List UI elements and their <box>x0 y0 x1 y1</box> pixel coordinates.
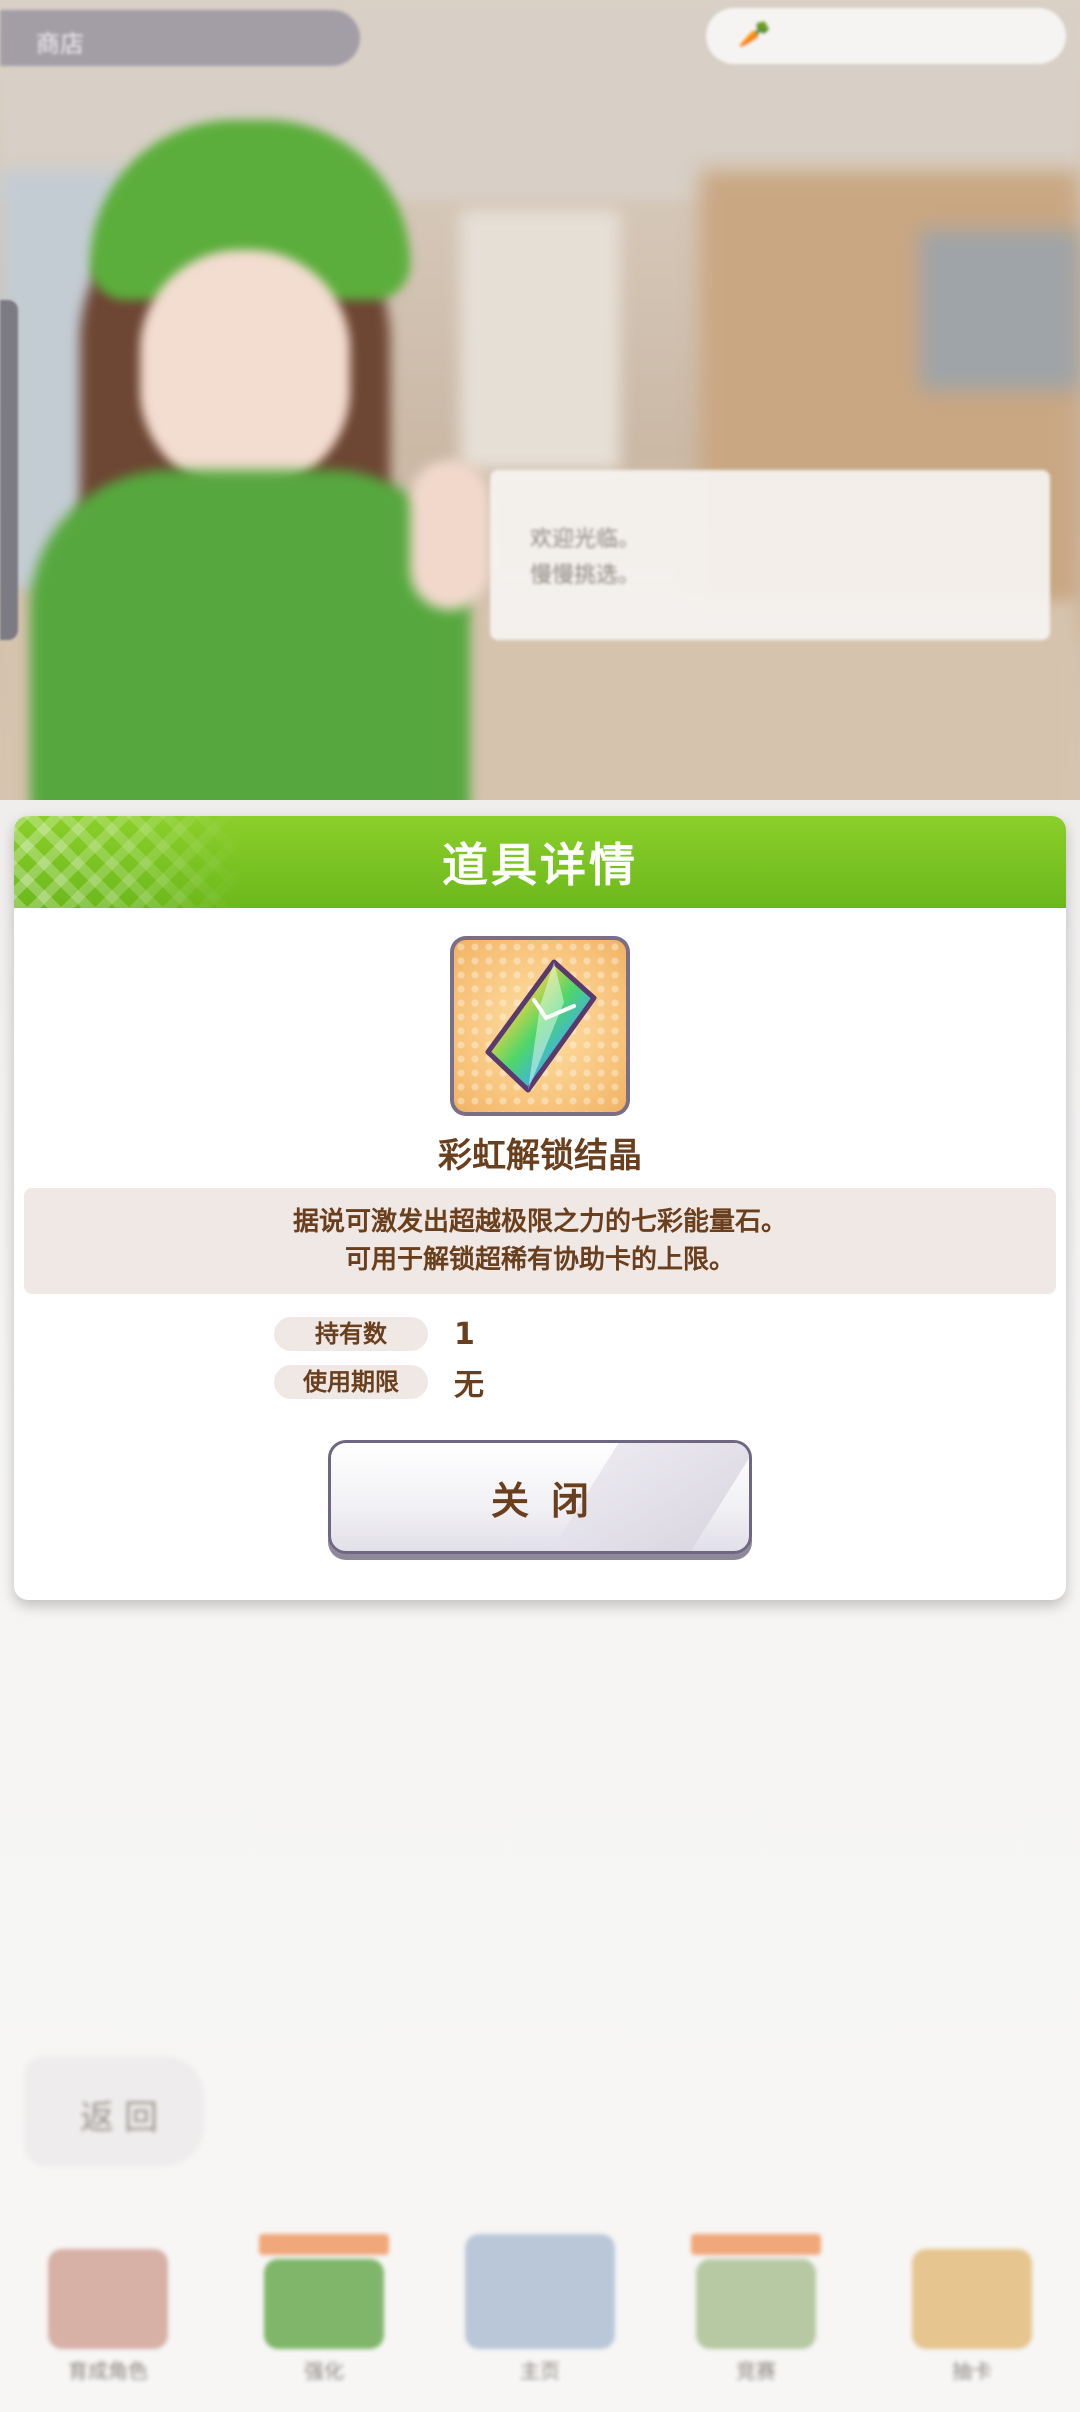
held-count-value: 1 <box>454 1316 475 1352</box>
dialogue-line: 欢迎光临。 <box>530 527 641 552</box>
expiry-value: 无 <box>454 1368 484 1403</box>
nav-item-gacha[interactable]: 抽卡 <box>897 2234 1047 2384</box>
nav-item-train[interactable]: 育成角色 <box>33 2234 183 2384</box>
expiry-row: 使用期限 无 <box>274 1364 484 1403</box>
screen: 商店 🥕 欢迎光临。 慢慢挑选。 返回 育成角色 强化 主页 竞赛 抽卡 道具详… <box>0 0 1080 2412</box>
description-line: 可用于解锁超稀有协助卡的上限。 <box>344 1245 735 1275</box>
dialogue-line: 慢慢挑选。 <box>530 563 641 588</box>
nav-label: 抽卡 <box>952 2359 992 2383</box>
close-button-label: 关闭 <box>490 1478 611 1523</box>
crystal-shape <box>485 959 597 1093</box>
gacha-icon <box>912 2249 1032 2349</box>
item-name: 彩虹解锁结晶 <box>438 1136 642 1176</box>
expiry-label: 使用期限 <box>274 1365 428 1399</box>
rainbow-crystal-icon <box>450 936 630 1116</box>
item-detail-dialog: 道具详情 彩虹解锁结晶 据说可激发出超越极限之力的七彩能量石。 可用于解锁超稀有… <box>14 816 1066 1600</box>
new-badge <box>691 2234 821 2256</box>
item-description: 据说可激发出超越极限之力的七彩能量石。 可用于解锁超稀有协助卡的上限。 <box>24 1188 1056 1294</box>
character-face <box>140 250 350 490</box>
dialog-header: 道具详情 <box>14 816 1066 908</box>
bottom-nav: 育成角色 强化 主页 竞赛 抽卡 <box>0 2220 1080 2412</box>
location-label: 商店 <box>36 30 84 58</box>
close-button[interactable]: 关闭 <box>328 1440 752 1554</box>
currency-pill[interactable]: 🥕 <box>706 8 1066 64</box>
dialog-title: 道具详情 <box>442 838 638 892</box>
race-icon <box>696 2259 816 2349</box>
character-icon <box>48 2249 168 2349</box>
held-count-label: 持有数 <box>274 1317 428 1351</box>
back-label: 返回 <box>80 2098 168 2138</box>
nav-label: 竞赛 <box>736 2359 776 2383</box>
nav-label: 育成角色 <box>68 2359 148 2383</box>
side-drawer-handle[interactable] <box>0 300 18 640</box>
background-scene: 商店 🥕 欢迎光临。 慢慢挑选。 <box>0 0 1080 820</box>
location-tag: 商店 <box>0 10 360 66</box>
held-count-row: 持有数 1 <box>274 1316 475 1352</box>
carrot-icon: 🥕 <box>738 20 771 50</box>
new-badge <box>259 2234 389 2256</box>
nav-label: 主页 <box>520 2359 560 2383</box>
nav-item-enhance[interactable]: 强化 <box>249 2234 399 2384</box>
header-pattern <box>14 816 244 908</box>
book-icon <box>264 2259 384 2349</box>
description-line: 据说可激发出超越极限之力的七彩能量石。 <box>292 1207 787 1237</box>
nav-label: 强化 <box>304 2359 344 2383</box>
building-icon <box>465 2234 615 2349</box>
character-body <box>30 470 470 820</box>
back-button[interactable]: 返回 <box>24 2056 204 2166</box>
dialogue-bubble: 欢迎光临。 慢慢挑选。 <box>490 470 1050 640</box>
nav-item-race[interactable]: 竞赛 <box>681 2234 831 2384</box>
nav-item-home[interactable]: 主页 <box>465 2234 615 2384</box>
